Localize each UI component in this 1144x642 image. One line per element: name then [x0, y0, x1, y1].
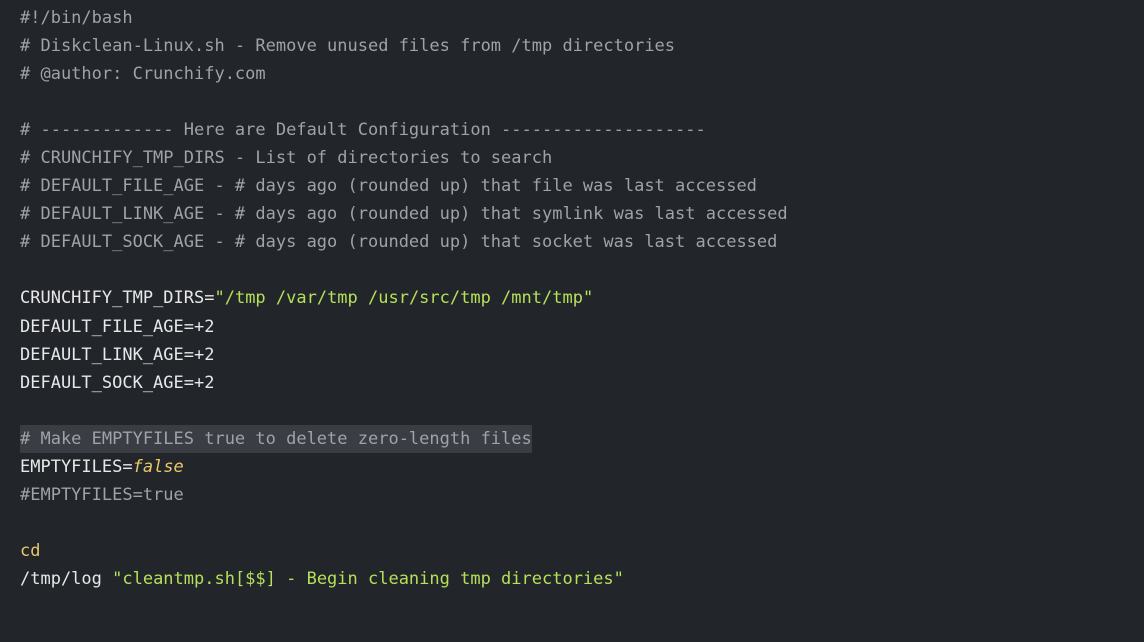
editor-gutter [0, 0, 18, 642]
code-token: =+2 [184, 373, 215, 393]
code-token: # @author: Crunchify.com [20, 64, 266, 84]
code-line[interactable]: EMPTYFILES=false [20, 453, 1144, 481]
code-line[interactable]: # @author: Crunchify.com [20, 60, 1144, 88]
code-token: /tmp/log [20, 569, 112, 589]
code-token: CRUNCHIFY_TMP_DIRS [20, 288, 204, 308]
code-line[interactable]: # DEFAULT_SOCK_AGE - # days ago (rounded… [20, 228, 1144, 256]
code-line[interactable]: DEFAULT_SOCK_AGE=+2 [20, 369, 1144, 397]
code-token: # ------------- Here are Default Configu… [20, 120, 706, 140]
code-line[interactable]: cd [20, 537, 1144, 565]
code-line[interactable]: #EMPTYFILES=true [20, 481, 1144, 509]
code-line[interactable]: # ------------- Here are Default Configu… [20, 116, 1144, 144]
code-editor[interactable]: #!/bin/bash # Diskclean-Linux.sh - Remove… [18, 0, 1144, 642]
code-line[interactable]: /tmp/log "cleantmp.sh[$$] - Begin cleani… [20, 565, 1144, 593]
code-token: # DEFAULT_FILE_AGE - # days ago (rounded… [20, 176, 757, 196]
code-line[interactable]: # Diskclean-Linux.sh - Remove unused fil… [20, 32, 1144, 60]
code-token: #!/bin/bash [20, 8, 133, 28]
line-highlight: # Make EMPTYFILES true to delete zero-le… [20, 425, 532, 453]
code-line[interactable] [20, 509, 1144, 537]
code-token: # CRUNCHIFY_TMP_DIRS - List of directori… [20, 148, 552, 168]
code-token: # Diskclean-Linux.sh - Remove unused fil… [20, 36, 675, 56]
code-token: DEFAULT_SOCK_AGE [20, 373, 184, 393]
code-token: =+2 [184, 317, 215, 337]
code-line[interactable]: DEFAULT_LINK_AGE=+2 [20, 341, 1144, 369]
code-token: # Make EMPTYFILES true to delete zero-le… [20, 429, 532, 449]
code-token: "/tmp /var/tmp /usr/src/tmp /mnt/tmp" [214, 288, 593, 308]
code-token: # DEFAULT_SOCK_AGE - # days ago (rounded… [20, 232, 777, 252]
code-line[interactable] [20, 256, 1144, 284]
code-token: DEFAULT_LINK_AGE [20, 345, 184, 365]
code-line[interactable]: # DEFAULT_FILE_AGE - # days ago (rounded… [20, 172, 1144, 200]
code-token: = [204, 288, 214, 308]
code-token: DEFAULT_FILE_AGE [20, 317, 184, 337]
code-line[interactable] [20, 88, 1144, 116]
code-token: false [133, 457, 184, 477]
code-line[interactable]: #!/bin/bash [20, 4, 1144, 32]
code-token: #EMPTYFILES=true [20, 485, 184, 505]
code-line[interactable]: # Make EMPTYFILES true to delete zero-le… [20, 425, 1144, 453]
code-token: "cleantmp.sh[$$] - Begin cleaning tmp di… [112, 569, 624, 589]
code-line[interactable]: CRUNCHIFY_TMP_DIRS="/tmp /var/tmp /usr/s… [20, 284, 1144, 312]
code-line[interactable]: # CRUNCHIFY_TMP_DIRS - List of directori… [20, 144, 1144, 172]
code-token: cd [20, 541, 40, 561]
code-token: = [122, 457, 132, 477]
code-line[interactable]: # DEFAULT_LINK_AGE - # days ago (rounded… [20, 200, 1144, 228]
code-token: # DEFAULT_LINK_AGE - # days ago (rounded… [20, 204, 788, 224]
code-line[interactable] [20, 397, 1144, 425]
code-token: =+2 [184, 345, 215, 365]
code-token: EMPTYFILES [20, 457, 122, 477]
code-line[interactable]: DEFAULT_FILE_AGE=+2 [20, 313, 1144, 341]
